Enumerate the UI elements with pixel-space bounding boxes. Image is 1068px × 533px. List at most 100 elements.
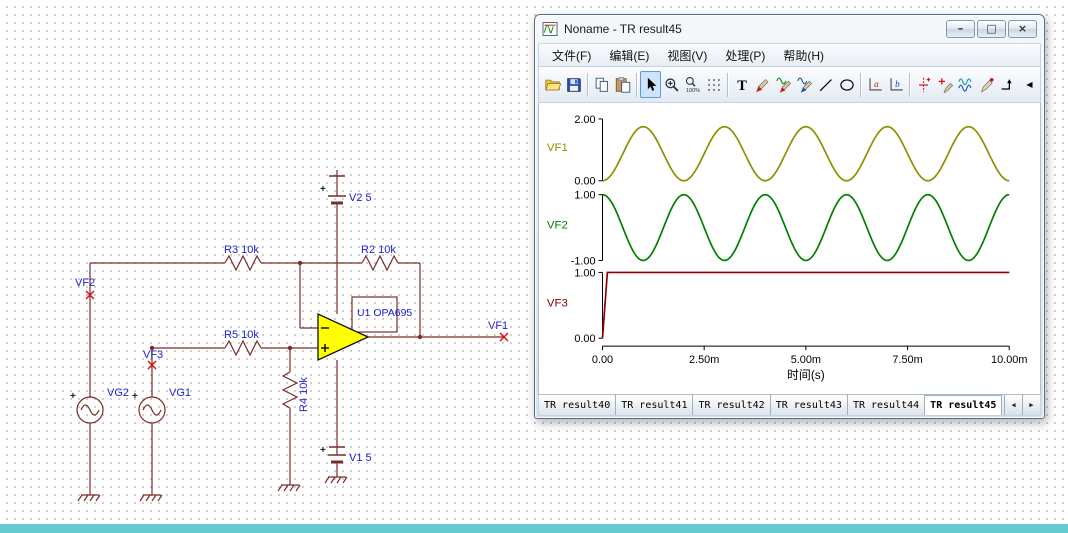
select-cursor-icon[interactable] bbox=[640, 71, 661, 98]
schematic-desktop: { "desktop": { "bottom_strip_color": "#6… bbox=[0, 0, 1068, 533]
y-tick-label: 0.00 bbox=[574, 176, 595, 188]
toolbar-separator bbox=[727, 72, 728, 97]
probe-pin-icon[interactable] bbox=[752, 71, 773, 98]
resistor-label: R5 10k bbox=[224, 329, 259, 341]
menu-file[interactable]: 文件(F) bbox=[543, 44, 600, 67]
signal-name-label: VF1 bbox=[547, 142, 568, 154]
generator-vg2[interactable]: + VG2 bbox=[70, 387, 129, 424]
waveform-curve-vf1 bbox=[602, 125, 1010, 182]
toolbar-separator bbox=[909, 72, 910, 97]
x-tick-label: 0.00 bbox=[592, 354, 613, 366]
probe-label: VF3 bbox=[143, 349, 163, 361]
toolbar-overflow-button[interactable]: ◀ bbox=[1022, 71, 1037, 98]
result-tab-tr-result45[interactable]: TR result45 bbox=[925, 395, 1003, 415]
probe-vf1[interactable]: VF1 bbox=[488, 320, 509, 342]
pen-plus-icon[interactable] bbox=[934, 71, 955, 98]
close-button[interactable]: × bbox=[1008, 20, 1037, 38]
ground-symbol[interactable] bbox=[277, 484, 301, 492]
menu-process[interactable]: 处理(P) bbox=[716, 44, 774, 67]
probe-label: VF2 bbox=[75, 277, 95, 289]
vsource-v1[interactable]: + V1 5 bbox=[320, 445, 372, 477]
resistor-label: R4 10k bbox=[298, 377, 310, 412]
axis-b-icon[interactable]: b bbox=[885, 71, 906, 98]
result-tab-tr-result40[interactable]: TR result40 bbox=[539, 395, 617, 415]
plus-sign: + bbox=[320, 445, 326, 456]
chart-panel: 2.00 0.00 VF1 1.00 -1.00 VF2 1.00 0.00 VF3 0.00 2.… bbox=[538, 103, 1041, 395]
svg-text:T: T bbox=[737, 77, 747, 93]
axis-a-icon[interactable]: a bbox=[864, 71, 885, 98]
tab-scroll-left-button[interactable]: ◀ bbox=[1004, 395, 1022, 415]
x-tick-label: 10.00m bbox=[991, 354, 1027, 366]
waveform-curve-vf3 bbox=[601, 271, 1010, 339]
signal-pen-icon[interactable] bbox=[794, 71, 815, 98]
x-tick-label: 5.00m bbox=[791, 354, 821, 366]
y-tick-label: 2.00 bbox=[574, 114, 595, 126]
zoom-100-icon[interactable]: 100% bbox=[682, 71, 703, 98]
x-tick-label: 2.50m bbox=[689, 354, 719, 366]
toolbar: 100% Ta b ◀ bbox=[538, 67, 1041, 103]
ground-symbol[interactable] bbox=[77, 494, 101, 502]
vsource-v2[interactable]: + V2 5 bbox=[320, 170, 372, 205]
pen-icon[interactable] bbox=[976, 71, 997, 98]
ellipse-tool-icon[interactable] bbox=[836, 71, 857, 98]
maximize-button[interactable]: □ bbox=[977, 20, 1006, 38]
y-tick-label: 1.00 bbox=[574, 267, 595, 279]
plus-sign: + bbox=[70, 391, 76, 402]
y-tick-label: 1.00 bbox=[574, 190, 595, 202]
toolbar-separator bbox=[860, 72, 861, 97]
ground-symbol[interactable] bbox=[324, 476, 348, 484]
window-title: Noname - TR result45 bbox=[564, 22, 682, 36]
probe-wave-icon[interactable] bbox=[773, 71, 794, 98]
resistor-label: R2 10k bbox=[361, 244, 396, 256]
ground-symbol[interactable] bbox=[139, 494, 163, 502]
result-tab-tr-result44[interactable]: TR result44 bbox=[847, 395, 926, 415]
generator-label: VG2 bbox=[107, 387, 129, 399]
waveform-chart: 2.000.00VF11.00-1.00VF21.000.00VF30.00 2.… bbox=[547, 114, 1027, 382]
vsource-label: V1 5 bbox=[349, 452, 372, 464]
paste-icon[interactable] bbox=[612, 71, 633, 98]
resistor-r2[interactable]: R2 10k bbox=[361, 244, 399, 272]
zoom-in-icon[interactable] bbox=[661, 71, 682, 98]
svg-text:b: b bbox=[895, 78, 900, 88]
window-titlebar[interactable]: Noname - TR result45 – □ × bbox=[537, 15, 1042, 43]
menu-edit[interactable]: 编辑(E) bbox=[600, 44, 658, 67]
marker-icon[interactable] bbox=[997, 71, 1018, 98]
waveform-curve-vf2 bbox=[602, 193, 1010, 262]
resistor-r3[interactable]: R3 10k bbox=[224, 244, 262, 272]
tr-result-window: Noname - TR result45 – □ × 文件(F) 编辑(E) 视图(V)… bbox=[534, 14, 1045, 419]
result-tab-tr-result43[interactable]: TR result43 bbox=[770, 395, 848, 415]
result-tab-tr-result42[interactable]: TR result42 bbox=[693, 395, 771, 415]
generator-label: VG1 bbox=[169, 387, 191, 399]
x-tick-label: 7.50m bbox=[892, 354, 922, 366]
tab-scroll-buttons: ◀ ▶ bbox=[1004, 395, 1040, 415]
probe-label: VF1 bbox=[488, 320, 508, 332]
svg-text:a: a bbox=[874, 78, 879, 88]
toolbar-separator bbox=[636, 72, 637, 97]
text-tool-icon[interactable]: T bbox=[731, 71, 752, 98]
line-tool-icon[interactable] bbox=[815, 71, 836, 98]
signal-name-label: VF2 bbox=[547, 220, 568, 232]
plus-sign: + bbox=[320, 184, 326, 195]
generator-vg1[interactable]: + VG1 bbox=[132, 387, 191, 424]
probe-vf2[interactable]: VF2 bbox=[75, 277, 95, 300]
menu-view[interactable]: 视图(V) bbox=[658, 44, 716, 67]
menu-help[interactable]: 帮助(H) bbox=[774, 44, 833, 67]
resistor-r4[interactable]: R4 10k bbox=[281, 371, 310, 412]
probe-vf3[interactable]: VF3 bbox=[143, 349, 163, 370]
copy-icon[interactable] bbox=[591, 71, 612, 98]
opamp-u1[interactable]: U1 OPA695 bbox=[317, 307, 412, 362]
waveforms-icon[interactable] bbox=[955, 71, 976, 98]
tab-scroll-right-button[interactable]: ▶ bbox=[1022, 395, 1040, 415]
plus-sign: + bbox=[132, 391, 138, 402]
resistor-r5[interactable]: R5 10k bbox=[224, 329, 262, 357]
y-tick-label: 0.00 bbox=[574, 333, 595, 345]
save-icon[interactable] bbox=[563, 71, 584, 98]
schematic-canvas[interactable]: R3 10k R2 10k R5 10k R4 10k U1 OPA695 + … bbox=[0, 0, 560, 533]
result-tab-tr-result41[interactable]: TR result41 bbox=[616, 395, 694, 415]
grid-icon[interactable] bbox=[703, 71, 724, 98]
vsource-label: V2 5 bbox=[349, 192, 372, 204]
cursor-plus-icon[interactable] bbox=[913, 71, 934, 98]
caption-buttons: – □ × bbox=[946, 20, 1037, 38]
minimize-button[interactable]: – bbox=[946, 20, 975, 38]
open-folder-icon[interactable] bbox=[542, 71, 563, 98]
